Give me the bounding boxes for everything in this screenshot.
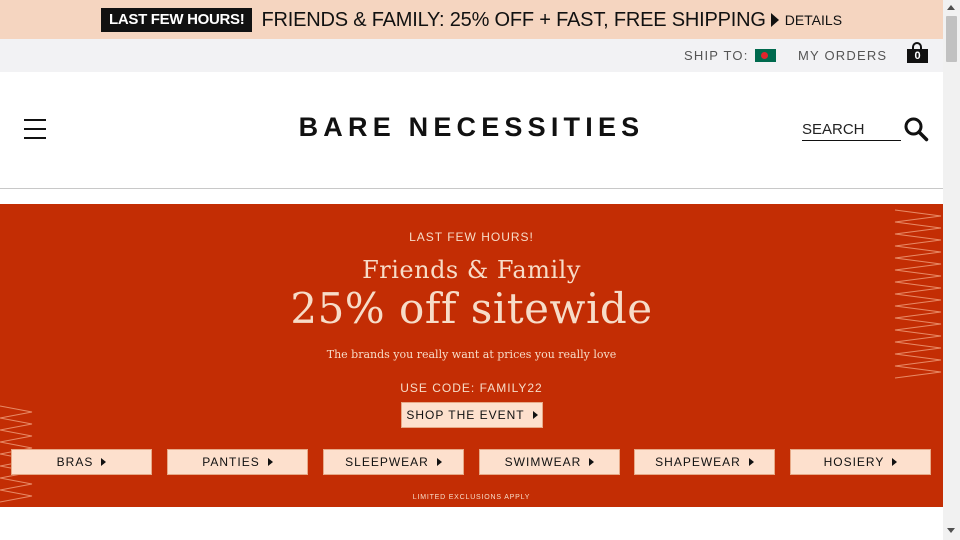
hero-subtitle: The brands you really want at prices you… bbox=[326, 348, 617, 361]
shop-the-event-label: SHOP THE EVENT bbox=[406, 408, 525, 422]
hero-banner[interactable]: LAST FEW HOURS! Friends & Family 25% off… bbox=[0, 204, 943, 507]
utility-bar: SHIP TO: MY ORDERS bbox=[0, 39, 943, 72]
ship-to-selector[interactable]: SHIP TO: bbox=[684, 48, 776, 63]
hero-headline: 25% off sitewide bbox=[290, 284, 653, 333]
caret-right-icon bbox=[436, 458, 442, 466]
caret-right-icon bbox=[770, 12, 779, 27]
category-label: SLEEPWEAR bbox=[345, 455, 429, 469]
category-button-panties[interactable]: PANTIES bbox=[167, 449, 308, 475]
search-icon[interactable] bbox=[903, 116, 929, 142]
search-field[interactable] bbox=[802, 119, 901, 141]
caret-right-icon bbox=[267, 458, 273, 466]
page-scrollbar[interactable] bbox=[943, 0, 960, 540]
promo-details-link[interactable]: DETAILS bbox=[785, 11, 842, 29]
category-button-sleepwear[interactable]: SLEEPWEAR bbox=[323, 449, 464, 475]
category-label: PANTIES bbox=[202, 455, 260, 469]
cart-count: 0 bbox=[907, 49, 928, 63]
my-orders-link[interactable]: MY ORDERS bbox=[798, 48, 887, 63]
shop-the-event-button[interactable]: SHOP THE EVENT bbox=[401, 402, 543, 428]
category-label: SHAPEWEAR bbox=[655, 455, 741, 469]
category-label: SWIMWEAR bbox=[504, 455, 582, 469]
search-input[interactable] bbox=[802, 119, 901, 139]
scroll-up-arrow-icon[interactable] bbox=[947, 5, 955, 10]
category-button-swimwear[interactable]: SWIMWEAR bbox=[479, 449, 620, 475]
promo-badge: LAST FEW HOURS! bbox=[100, 7, 253, 32]
promo-code: USE CODE: FAMILY22 bbox=[400, 381, 543, 395]
caret-right-icon bbox=[589, 458, 595, 466]
category-button-bras[interactable]: BRAS bbox=[11, 449, 152, 475]
site-header: BARE NECESSITIES bbox=[0, 72, 943, 189]
cart-button[interactable]: 0 bbox=[907, 42, 928, 63]
caret-right-icon bbox=[532, 411, 538, 419]
category-button-shapewear[interactable]: SHAPEWEAR bbox=[634, 449, 775, 475]
promo-text[interactable]: FRIENDS & FAMILY: 25% OFF + FAST, FREE S… bbox=[261, 8, 765, 32]
category-label: HOSIERY bbox=[823, 455, 885, 469]
bangladesh-flag-icon bbox=[754, 49, 776, 62]
caret-right-icon bbox=[748, 458, 754, 466]
hero-kicker: LAST FEW HOURS! bbox=[409, 230, 534, 244]
caret-right-icon bbox=[892, 458, 898, 466]
category-label: BRAS bbox=[56, 455, 94, 469]
scroll-thumb[interactable] bbox=[946, 16, 957, 62]
ship-to-label: SHIP TO: bbox=[684, 48, 749, 63]
category-button-hosiery[interactable]: HOSIERY bbox=[790, 449, 931, 475]
exclusions-disclaimer: LIMITED EXCLUSIONS APPLY bbox=[412, 494, 531, 501]
scroll-down-arrow-icon[interactable] bbox=[947, 528, 955, 533]
promo-bar[interactable]: LAST FEW HOURS! FRIENDS & FAMILY: 25% OF… bbox=[0, 0, 943, 39]
caret-right-icon bbox=[101, 458, 107, 466]
hero-title: Friends & Family bbox=[362, 256, 581, 284]
